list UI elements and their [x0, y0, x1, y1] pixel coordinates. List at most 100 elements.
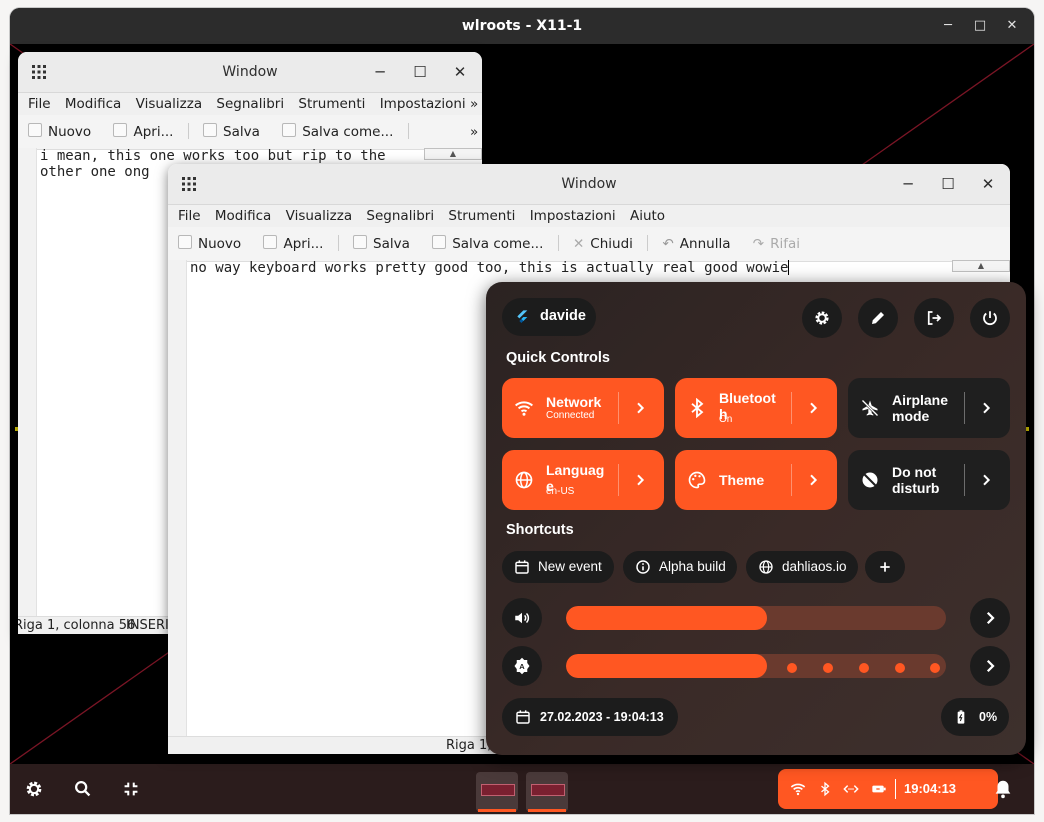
editor-titlebar[interactable]: Window ─ ☐ ✕: [18, 52, 482, 93]
power-button[interactable]: [970, 298, 1010, 338]
outer-titlebar[interactable]: wlroots - X11-1 ─ □ ✕: [10, 8, 1034, 44]
outer-maximize-button[interactable]: □: [970, 16, 990, 36]
date-time-pill[interactable]: 27.02.2023 - 19:04:13: [502, 698, 678, 736]
app-grid-icon[interactable]: [182, 177, 196, 191]
calendar-icon: [515, 560, 529, 574]
window-title: Window: [222, 64, 278, 80]
slider-step-dot: [859, 663, 869, 673]
menu-impostazioni[interactable]: Impostazioni: [530, 208, 616, 224]
menu-modifica[interactable]: Modifica: [65, 96, 121, 112]
menu-file[interactable]: File: [28, 96, 51, 112]
chevron-right-icon[interactable]: [978, 471, 994, 489]
editor-titlebar[interactable]: Window ─ ☐ ✕: [168, 164, 1010, 205]
globe-icon: [759, 560, 773, 574]
menu-overflow[interactable]: »: [470, 93, 478, 115]
menu-strumenti[interactable]: Strumenti: [298, 96, 365, 112]
slider-step-dot: [823, 663, 833, 673]
minimize-button[interactable]: ─: [370, 62, 390, 82]
new-button[interactable]: Nuovo: [28, 115, 91, 149]
menu-file[interactable]: File: [178, 208, 201, 224]
shortcut-website[interactable]: dahliaos.io: [746, 551, 858, 583]
new-file-icon: [28, 123, 42, 137]
save-as-button[interactable]: Salva come...: [282, 115, 393, 149]
settings-button[interactable]: [802, 298, 842, 338]
airplane-mode-tile[interactable]: Airplane mode: [848, 378, 1010, 438]
toolbar-separator: [337, 235, 339, 251]
chevron-right-icon[interactable]: [805, 399, 821, 417]
redo-button[interactable]: ↷ Rifai: [753, 227, 800, 261]
logout-button[interactable]: [914, 298, 954, 338]
shortcut-new-event[interactable]: New event: [502, 551, 614, 583]
toolbar-overflow[interactable]: »: [470, 115, 478, 149]
tile-label: Do not disturb: [892, 464, 940, 496]
quick-settings-panel: davide Quick Controls Network Connected …: [486, 282, 1026, 755]
chevron-right-icon[interactable]: [805, 471, 821, 489]
flutter-logo-icon: [517, 310, 528, 323]
undo-button[interactable]: ↶ Annulla: [662, 227, 730, 261]
open-button[interactable]: Apri...: [113, 115, 173, 149]
add-shortcut-button[interactable]: [865, 551, 905, 583]
notifications-bell-icon[interactable]: [992, 778, 1014, 800]
battery-pill[interactable]: 0%: [941, 698, 1009, 736]
brightness-more-button[interactable]: [970, 646, 1010, 686]
language-tile[interactable]: Language en-US: [502, 450, 664, 510]
chevron-right-icon[interactable]: [978, 399, 994, 417]
volume-slider[interactable]: [566, 606, 946, 630]
user-name: davide: [540, 308, 586, 324]
edit-button[interactable]: [858, 298, 898, 338]
ethernet-icon: [843, 785, 859, 793]
new-button[interactable]: Nuovo: [178, 227, 241, 261]
editor-text-line[interactable]: other one ong: [40, 164, 150, 180]
close-document-button[interactable]: ✕ Chiudi: [573, 227, 633, 261]
scroll-up-button[interactable]: ▲: [424, 148, 482, 160]
network-tile[interactable]: Network Connected: [502, 378, 664, 438]
menu-aiuto[interactable]: Aiuto: [630, 208, 665, 224]
maximize-button[interactable]: ☐: [410, 62, 430, 82]
scroll-up-button[interactable]: ▲: [952, 260, 1010, 272]
volume-button[interactable]: [502, 598, 542, 638]
auto-brightness-icon: A: [514, 657, 530, 675]
editor-text-line[interactable]: i mean, this one works too but rip to th…: [40, 148, 386, 164]
menu-strumenti[interactable]: Strumenti: [448, 208, 515, 224]
search-icon[interactable]: [72, 778, 94, 800]
maximize-button[interactable]: ☐: [938, 174, 958, 194]
outer-minimize-button[interactable]: ─: [938, 16, 958, 36]
line-gutter: [168, 260, 187, 736]
wifi-icon: [790, 783, 806, 796]
editor-text-line[interactable]: no way keyboard works pretty good too, t…: [190, 260, 790, 276]
battery-charging-icon: [957, 710, 965, 724]
status-area[interactable]: 19:04:13: [778, 769, 998, 809]
save-button[interactable]: Salva: [353, 227, 410, 261]
bluetooth-tile[interactable]: Bluetooth On: [675, 378, 837, 438]
toolbar-separator: [557, 235, 559, 251]
menu-impostazioni[interactable]: Impostazioni: [380, 96, 466, 112]
chevron-right-icon[interactable]: [632, 399, 648, 417]
theme-tile[interactable]: Theme: [675, 450, 837, 510]
slider-step-dot: [930, 663, 940, 673]
menu-visualizza[interactable]: Visualizza: [286, 208, 353, 224]
chevron-right-icon[interactable]: [632, 471, 648, 489]
volume-slider-fill: [566, 606, 768, 630]
menu-segnalibri[interactable]: Segnalibri: [216, 96, 284, 112]
menu-visualizza[interactable]: Visualizza: [136, 96, 203, 112]
settings-gear-icon[interactable]: [23, 778, 45, 800]
brightness-slider[interactable]: [566, 654, 946, 678]
close-button[interactable]: ✕: [450, 62, 470, 82]
shortcut-alpha-build[interactable]: Alpha build: [623, 551, 737, 583]
menu-segnalibri[interactable]: Segnalibri: [366, 208, 434, 224]
app-grid-icon[interactable]: [32, 65, 46, 79]
volume-more-button[interactable]: [970, 598, 1010, 638]
outer-close-button[interactable]: ✕: [1002, 16, 1022, 36]
overview-icon[interactable]: [120, 778, 142, 800]
close-button[interactable]: ✕: [978, 174, 998, 194]
taskbar-window-thumb[interactable]: [526, 772, 568, 812]
brightness-button[interactable]: A: [502, 646, 542, 686]
open-button[interactable]: Apri...: [263, 227, 323, 261]
menu-modifica[interactable]: Modifica: [215, 208, 271, 224]
user-button[interactable]: davide: [502, 298, 596, 336]
do-not-disturb-tile[interactable]: Do not disturb: [848, 450, 1010, 510]
minimize-button[interactable]: ─: [898, 174, 918, 194]
taskbar-window-thumb[interactable]: [476, 772, 518, 812]
save-as-button[interactable]: Salva come...: [432, 227, 543, 261]
save-button[interactable]: Salva: [203, 115, 260, 149]
